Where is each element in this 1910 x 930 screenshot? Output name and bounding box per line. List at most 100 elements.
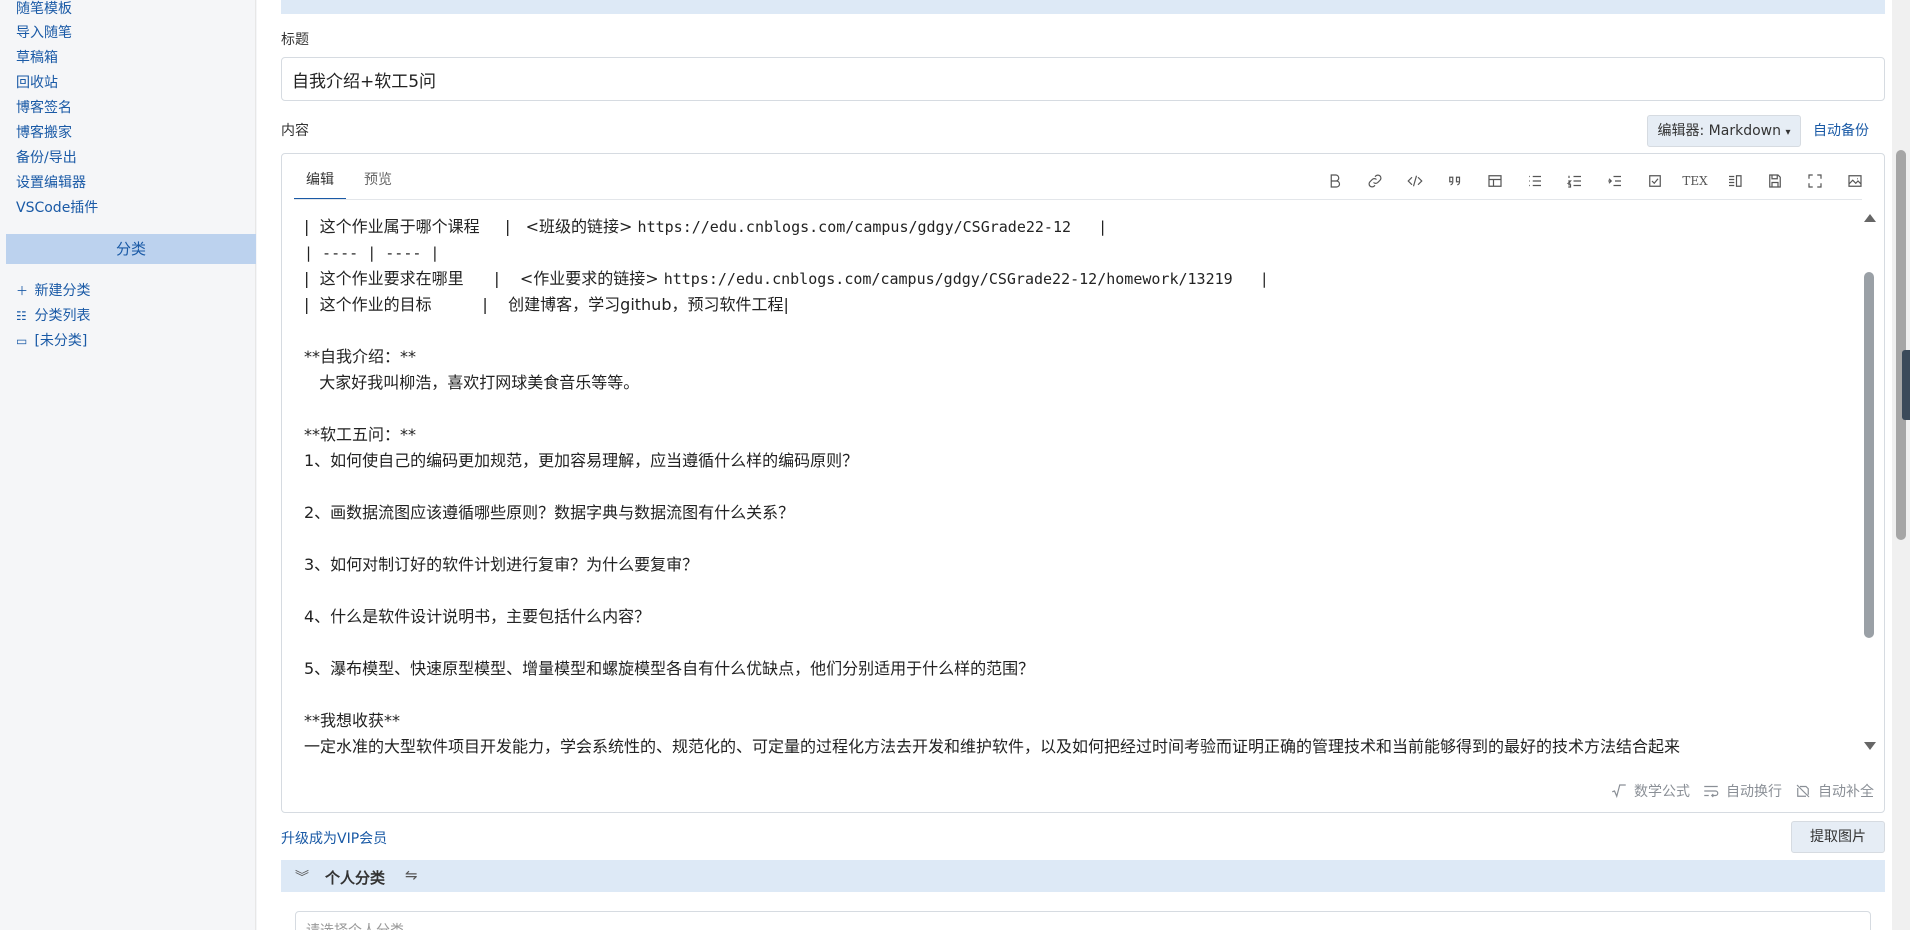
code-line: 4、什么是软件设计说明书，主要包括什么内容？	[304, 604, 650, 630]
category-list-link[interactable]: ☷ 分类列表	[16, 305, 90, 325]
editor-scrollbar[interactable]	[1862, 214, 1876, 754]
personal-category-select[interactable]: 请选择个人分类	[295, 911, 1871, 930]
uncategorized-link[interactable]: ▭ [未分类]	[16, 330, 87, 350]
auto-complete-toggle[interactable]: 自动补全	[1794, 781, 1874, 801]
code-line: **自我介绍：**	[304, 344, 416, 370]
code-line-url: https://edu.cnblogs.com/campus/gdgy/CSGr…	[663, 270, 1269, 288]
title-input[interactable]	[281, 57, 1885, 101]
tex-icon[interactable]: TEX	[1682, 168, 1708, 194]
code-line: **我想收获**	[304, 708, 400, 734]
code-line: | ---- | ---- |	[304, 240, 439, 266]
tab-preview[interactable]: 预览	[352, 160, 404, 200]
code-line-text: 4、什么是软件设计说明书，主要包括什么内容？	[304, 607, 651, 626]
table-icon[interactable]	[1482, 168, 1508, 194]
auto-backup-link[interactable]: 自动备份	[1813, 120, 1869, 140]
wrap-icon	[1704, 785, 1719, 798]
swap-icon[interactable]: ⇋	[405, 866, 418, 884]
word-wrap-toggle[interactable]: 自动换行	[1702, 781, 1782, 801]
auto-complete-label: 自动补全	[1818, 784, 1874, 800]
quote-icon[interactable]	[1442, 168, 1468, 194]
code-line-text: | 这个作业属于哪个课程 | <班级的链接>	[304, 217, 638, 236]
code-line-separator: | ---- | ---- |	[304, 244, 440, 262]
editor-type-value: 编辑器: Markdown	[1657, 123, 1781, 139]
save-icon[interactable]	[1762, 168, 1788, 194]
sidebar-link-editor-settings[interactable]: 设置编辑器	[16, 172, 86, 192]
scroll-up-arrow-icon[interactable]	[1864, 214, 1876, 222]
markdown-textarea[interactable]: | 这个作业属于哪个课程 | <班级的链接> https://edu.cnblo…	[304, 214, 1824, 754]
scroll-down-arrow-icon[interactable]	[1864, 742, 1876, 750]
upgrade-vip-link[interactable]: 升级成为VIP会员	[281, 828, 387, 848]
code-line: 5、瀑布模型、快速原型模型、增量模型和螺旋模型各自有什么优缺点，他们分别适用于什…	[304, 656, 1034, 682]
code-line: | 这个作业属于哪个课程 | <班级的链接> https://edu.cnblo…	[304, 214, 1107, 240]
code-line-url: https://edu.cnblogs.com/campus/gdgy/CSGr…	[637, 218, 1108, 236]
code-line: 一定水准的大型软件项目开发能力，学会系统性的、规范化的、可定量的过程化方法去开发…	[304, 734, 1680, 754]
image-icon[interactable]	[1842, 168, 1868, 194]
checkbox-icon[interactable]	[1642, 168, 1668, 194]
code-line: 2、画数据流图应该遵循哪些原则？数据字典与数据流图有什么关系？	[304, 500, 794, 526]
sidebar: 随笔模板 导入随笔 草稿箱 回收站 博客签名 博客搬家 备份/导出 设置编辑器 …	[0, 0, 256, 930]
editor-toolbar: TEX	[1322, 168, 1868, 194]
editor-status-bar: 数学公式 自动换行 自动补全	[1610, 780, 1874, 802]
code-line: | 这个作业的目标 | 创建博客，学习github，预习软件工程|	[304, 292, 789, 318]
bullet-list-icon[interactable]	[1522, 168, 1548, 194]
code-line-text: | 这个作业的目标 | 创建博客，学习github，预习软件工程|	[304, 295, 789, 314]
sidebar-section-category: 分类	[6, 234, 256, 264]
extract-images-button[interactable]: 提取图片	[1791, 821, 1885, 853]
fullscreen-icon[interactable]	[1802, 168, 1828, 194]
code-line-text: 大家好我叫柳浩，喜欢打网球美食音乐等等。	[304, 373, 640, 392]
sidebar-link-migrate[interactable]: 博客搬家	[16, 122, 72, 142]
code-line: 1、如何使自己的编码更加规范，更加容易理解，应当遵循什么样的编码原则？	[304, 448, 858, 474]
sqrt-icon	[1612, 784, 1626, 799]
tab-divider	[294, 199, 1862, 200]
sidebar-link-drafts[interactable]: 草稿箱	[16, 47, 58, 67]
personal-category-header[interactable]: ︾ 个人分类 ⇋	[281, 860, 1885, 892]
code-line-text: 3、如何对制订好的软件计划进行复审？为什么要复审？	[304, 555, 699, 574]
split-view-icon[interactable]	[1722, 168, 1748, 194]
editor-type-select[interactable]: 编辑器: Markdown ▾	[1647, 115, 1801, 147]
top-section-bar	[281, 0, 1885, 14]
link-icon[interactable]	[1362, 168, 1388, 194]
plus-icon: ＋	[16, 284, 29, 298]
sidebar-link-template[interactable]: 随笔模板	[16, 0, 72, 18]
code-line-text: 一定水准的大型软件项目开发能力，学会系统性的、规范化的、可定量的过程化方法去开发…	[304, 737, 1681, 754]
page-scroll-thumb[interactable]	[1896, 150, 1906, 540]
code-line-text: | 这个作业要求在哪里 | <作业要求的链接>	[304, 269, 664, 288]
personal-category-title: 个人分类	[325, 869, 386, 887]
new-category-link[interactable]: ＋ 新建分类	[16, 280, 90, 300]
sidebar-link-backup[interactable]: 备份/导出	[16, 147, 77, 167]
markdown-editor: 编辑 预览 TEX | 这个作业属于哪个课程 | <班级的链接> https:/…	[281, 153, 1885, 813]
numbered-list-icon[interactable]	[1562, 168, 1588, 194]
code-line-text: 1、如何使自己的编码更加规范，更加容易理解，应当遵循什么样的编码原则？	[304, 451, 859, 470]
sidebar-link-recycle[interactable]: 回收站	[16, 72, 58, 92]
caret-down-icon: ▾	[1785, 127, 1791, 138]
category-select-placeholder: 请选择个人分类	[306, 920, 404, 930]
folder-icon: ▭	[16, 334, 28, 348]
title-label: 标题	[281, 32, 309, 48]
code-icon[interactable]	[1402, 168, 1428, 194]
uncategorized-label: [未分类]	[34, 333, 88, 349]
code-line-text: **自我介绍：**	[304, 347, 417, 366]
category-list-label: 分类列表	[34, 308, 91, 324]
sidebar-link-signature[interactable]: 博客签名	[16, 97, 72, 117]
code-line: | 这个作业要求在哪里 | <作业要求的链接> https://edu.cnbl…	[304, 266, 1269, 292]
bold-icon[interactable]	[1322, 168, 1348, 194]
sidebar-link-vscode[interactable]: VSCode插件	[16, 197, 98, 217]
page-scrollbar[interactable]	[1892, 0, 1910, 930]
math-formula-toggle[interactable]: 数学公式	[1610, 781, 1690, 801]
code-line-text: 5、瀑布模型、快速原型模型、增量模型和螺旋模型各自有什么优缺点，他们分别适用于什…	[304, 659, 1035, 678]
main-content: 标题 内容 编辑器: Markdown ▾ 自动备份 编辑 预览 TEX	[257, 0, 1910, 930]
word-wrap-label: 自动换行	[1726, 784, 1782, 800]
code-line-text: **我想收获**	[304, 711, 401, 730]
indent-icon[interactable]	[1602, 168, 1628, 194]
editor-scroll-thumb[interactable]	[1864, 272, 1874, 638]
side-panel-tab[interactable]	[1902, 350, 1910, 420]
sidebar-link-import[interactable]: 导入随笔	[16, 22, 72, 42]
code-line: 大家好我叫柳浩，喜欢打网球美食音乐等等。	[304, 370, 639, 396]
auto-complete-off-icon	[1796, 784, 1810, 798]
new-category-label: 新建分类	[34, 283, 91, 299]
tab-edit[interactable]: 编辑	[294, 160, 346, 200]
code-line: 3、如何对制订好的软件计划进行复审？为什么要复审？	[304, 552, 698, 578]
code-line-text: 2、画数据流图应该遵循哪些原则？数据字典与数据流图有什么关系？	[304, 503, 795, 522]
list-icon: ☷	[16, 309, 27, 323]
content-label: 内容	[281, 123, 309, 139]
